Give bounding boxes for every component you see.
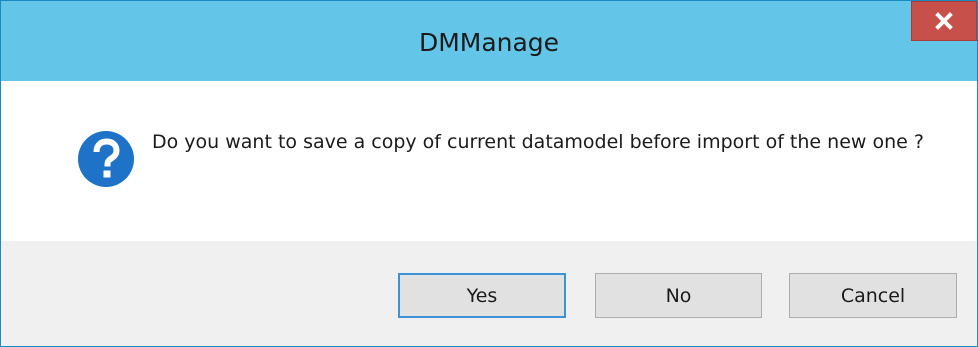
dialog-window: DMManage Do you want to save a copy of c…: [0, 0, 978, 347]
window-title: DMManage: [418, 28, 560, 57]
question-icon: [78, 131, 134, 187]
dialog-message: Do you want to save a copy of current da…: [152, 131, 924, 153]
button-bar: Yes No Cancel: [1, 241, 977, 346]
close-icon: [935, 12, 953, 30]
close-button[interactable]: [911, 1, 977, 41]
title-bar[interactable]: DMManage: [1, 1, 977, 81]
yes-button[interactable]: Yes: [398, 273, 566, 318]
cancel-button[interactable]: Cancel: [789, 273, 957, 318]
no-button[interactable]: No: [595, 273, 762, 318]
dialog-content: Do you want to save a copy of current da…: [1, 81, 977, 241]
